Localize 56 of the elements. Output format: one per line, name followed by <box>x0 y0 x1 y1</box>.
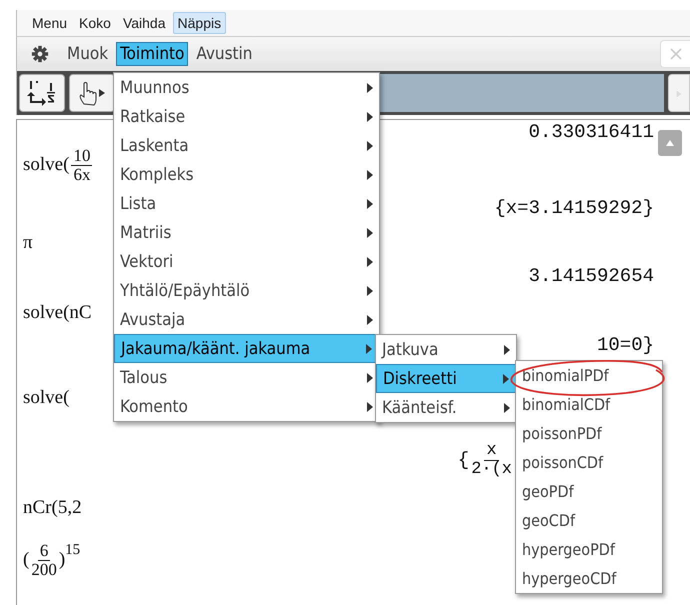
submenu-arrow-icon <box>367 140 373 150</box>
math-expression: nCr(5,2 <box>23 497 82 519</box>
math-expression: π <box>23 232 33 254</box>
submenu-arrow-icon <box>367 112 373 122</box>
up-arrow-icon <box>665 138 675 148</box>
submenu-arrow-icon <box>504 344 510 354</box>
toolbar-tab[interactable]: Avustin <box>192 42 256 66</box>
submenu-arrow-icon <box>367 256 373 266</box>
menu-bar-item[interactable]: Koko <box>74 12 116 34</box>
submenu-option[interactable]: Käänteisf. <box>376 393 516 422</box>
submenu-arrow-icon <box>367 314 373 324</box>
dropdown-option[interactable]: Avustaja <box>114 305 379 334</box>
close-icon <box>668 47 682 61</box>
math-expression: solve( <box>23 387 70 409</box>
submenu-arrow-icon <box>367 170 373 180</box>
dropdown-option[interactable]: Lista <box>114 189 379 218</box>
distribution-option[interactable]: binomialCDf <box>516 390 662 419</box>
submenu-arrow-icon <box>366 344 372 354</box>
math-expression: {x=3.14159292} <box>494 197 654 219</box>
math-expression: 10=0} <box>596 334 654 356</box>
submenu-arrow-icon <box>367 372 373 382</box>
submenu-arrow-icon <box>367 198 373 208</box>
settings-icon[interactable] <box>31 45 49 63</box>
distribution-option[interactable]: hypergeoPDf <box>516 535 662 564</box>
dropdown-option[interactable]: Laskenta <box>114 131 379 160</box>
submenu-arrow-icon <box>367 228 373 238</box>
submenu-option[interactable]: Diskreetti <box>376 364 516 393</box>
dropdown-option[interactable]: Talous <box>114 363 379 392</box>
dropdown-option[interactable]: Matriis <box>114 218 379 247</box>
menu-bar-item[interactable]: Menu <box>27 12 72 34</box>
toolbar-tab[interactable]: Toiminto <box>116 42 188 66</box>
distribution-option[interactable]: poissonPDf <box>516 419 662 448</box>
decimal-fraction-toggle-icon[interactable] <box>19 74 65 112</box>
math-expression: solve(nC <box>23 302 92 324</box>
dropdown-option[interactable]: Komento <box>114 392 379 421</box>
menu-bar-item[interactable]: Vaihda <box>118 12 171 34</box>
distribution-option[interactable]: geoPDf <box>516 477 662 506</box>
distribution-option[interactable]: geoCDf <box>516 506 662 535</box>
dropdown-option[interactable]: Kompleks <box>114 160 379 189</box>
submenu-arrow-icon <box>503 374 509 384</box>
submenu-option[interactable]: Jatkuva <box>376 335 516 364</box>
submenu-arrow-icon <box>367 286 373 296</box>
math-expression: 3.141592654 <box>528 265 654 287</box>
dropdown-option[interactable]: Yhtälö/Epäyhtälö <box>114 276 379 305</box>
dropdown-option[interactable]: Vektori <box>114 247 379 276</box>
toolbar-tab[interactable]: Muok <box>63 42 112 66</box>
menu-bar-item[interactable]: Näppis <box>172 12 226 34</box>
distribution-option[interactable]: hypergeoCDf <box>516 564 662 593</box>
math-expression: 0.330316411 <box>528 121 654 143</box>
distribution-option[interactable]: poissonCDf <box>516 448 662 477</box>
submenu-arrow-icon <box>504 402 510 412</box>
submenu-arrow-icon <box>367 82 373 92</box>
distribution-option[interactable]: binomialPDf <box>516 361 662 390</box>
dropdown-option[interactable]: Ratkaise <box>114 102 379 131</box>
pointer-hand-icon[interactable] <box>69 74 115 112</box>
submenu-arrow-icon <box>367 402 373 412</box>
